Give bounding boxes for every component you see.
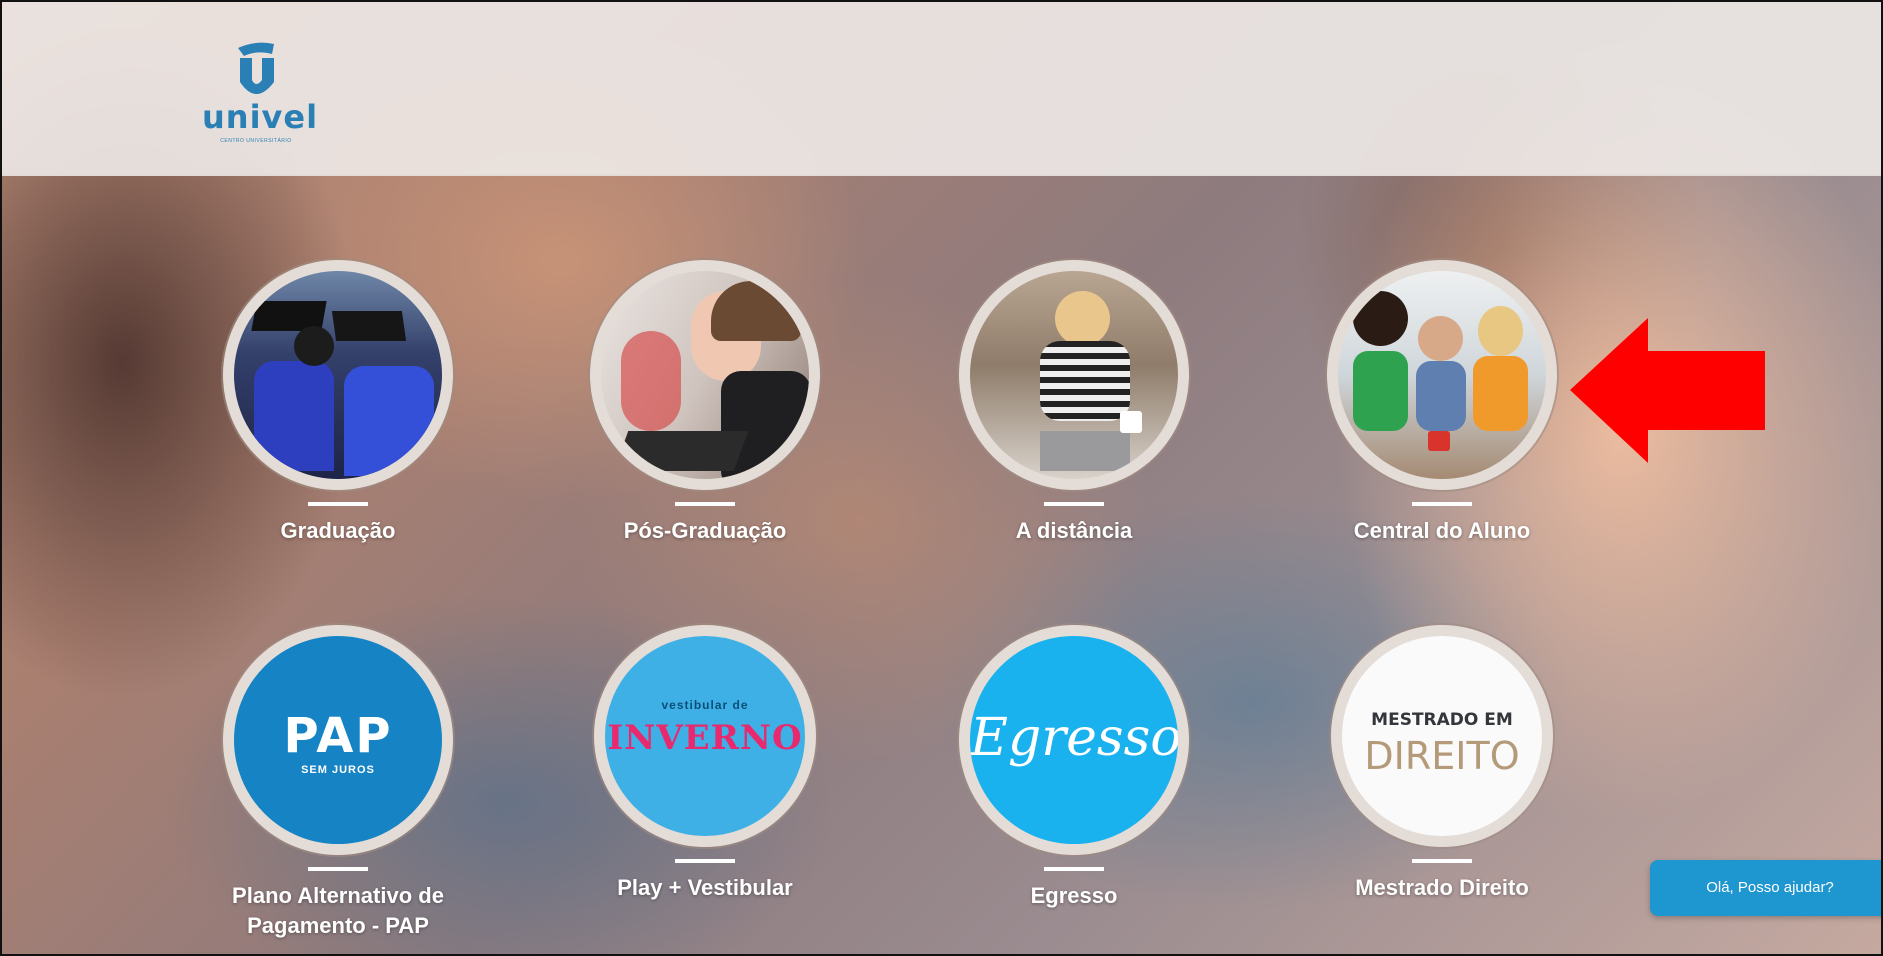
tile-divider	[1044, 502, 1104, 506]
tile-divider	[675, 502, 735, 506]
tile-label[interactable]: Plano Alternativo de Pagamento - PAP	[173, 881, 503, 941]
tile-label[interactable]: Mestrado Direito	[1277, 873, 1607, 903]
tile-pap[interactable]: PAP SEM JUROS Plano Alternativo de Pagam…	[173, 625, 503, 941]
studying-woman-photo[interactable]	[590, 260, 820, 490]
tile-egresso[interactable]: Egresso Egresso	[909, 625, 1239, 911]
logo-mark-icon	[238, 42, 274, 94]
pap-badge[interactable]: PAP SEM JUROS	[223, 625, 453, 855]
egresso-badge[interactable]: Egresso	[959, 625, 1189, 855]
tile-divider	[308, 867, 368, 871]
pap-text: PAP	[283, 708, 393, 764]
tile-graduacao[interactable]: Graduação	[173, 260, 503, 546]
woman-laptop-photo[interactable]	[959, 260, 1189, 490]
tile-label[interactable]: Egresso	[909, 881, 1239, 911]
tile-label[interactable]: Graduação	[173, 516, 503, 546]
tile-divider	[308, 502, 368, 506]
univel-logo[interactable]: univel CENTRO UNIVERSITÁRIO	[202, 40, 319, 150]
graduates-photo[interactable]	[223, 260, 453, 490]
vestibular-subtext: vestibular de	[661, 698, 749, 712]
vestibular-inverno-badge[interactable]: vestibular de INVERNO	[594, 625, 816, 847]
tile-label[interactable]: Central do Aluno	[1277, 516, 1607, 546]
mestrado-text: MESTRADO EM	[1371, 710, 1513, 730]
logo-subtext: CENTRO UNIVERSITÁRIO	[220, 138, 292, 144]
tile-divider	[675, 859, 735, 863]
tile-mestrado-direito[interactable]: MESTRADO EM DIREITO Mestrado Direito	[1277, 625, 1607, 903]
mestrado-badge[interactable]: MESTRADO EM DIREITO	[1331, 625, 1553, 847]
tile-divider	[1412, 502, 1472, 506]
tile-label[interactable]: Pós-Graduação	[540, 516, 870, 546]
vestibular-text: INVERNO	[607, 718, 803, 758]
tile-label[interactable]: Play + Vestibular	[540, 873, 870, 903]
tile-pos-graduacao[interactable]: Pós-Graduação	[540, 260, 870, 546]
chat-button[interactable]: Olá, Posso ajudar?	[1650, 860, 1881, 916]
logo-text: univel	[202, 98, 319, 136]
page-frame: univel CENTRO UNIVERSITÁRIO Graduação Pó…	[0, 0, 1883, 956]
tile-divider	[1044, 867, 1104, 871]
tile-central-do-aluno[interactable]: Central do Aluno	[1277, 260, 1607, 546]
site-header: univel CENTRO UNIVERSITÁRIO	[2, 2, 1881, 176]
tile-a-distancia[interactable]: A distância	[909, 260, 1239, 546]
red-arrow-icon	[1570, 318, 1765, 463]
tile-play-vestibular[interactable]: vestibular de INVERNO Play + Vestibular	[540, 625, 870, 903]
mestrado-subtext: DIREITO	[1364, 734, 1520, 778]
pap-subtext: SEM JUROS	[301, 764, 375, 776]
tile-divider	[1412, 859, 1472, 863]
tile-label[interactable]: A distância	[909, 516, 1239, 546]
students-group-photo[interactable]	[1327, 260, 1557, 490]
egresso-text: Egresso	[970, 708, 1182, 768]
